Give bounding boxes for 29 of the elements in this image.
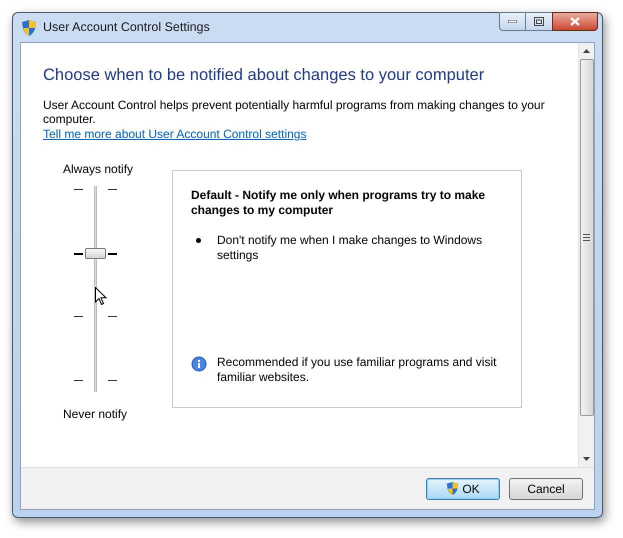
page-heading: Choose when to be notified about changes to your computer (43, 65, 486, 85)
maximize-button[interactable] (526, 12, 552, 31)
ok-button[interactable]: OK (426, 478, 500, 500)
window-title: User Account Control Settings (43, 19, 210, 36)
cancel-button[interactable]: Cancel (509, 478, 583, 500)
recommendation-text: Recommended if you use familiar programs and visit familiar websites. (217, 355, 498, 385)
cursor-icon (95, 287, 108, 306)
shield-icon (21, 18, 37, 36)
info-icon (191, 356, 207, 372)
bullet-text: Don't notify me when I make changes to Windows settings (217, 233, 484, 263)
minimize-button[interactable] (499, 12, 526, 31)
help-link[interactable]: Tell me more about User Account Control settings (43, 127, 306, 142)
close-button[interactable] (552, 12, 598, 31)
shield-icon (446, 481, 460, 496)
description-text: User Account Control helps prevent potentially harmful programs from making changes to your computer. (43, 98, 546, 126)
info-title: Default - Notify me only when programs try to make changes to my computer (191, 188, 486, 218)
slider[interactable] (74, 186, 118, 392)
slider-top-label: Always notify (63, 162, 134, 176)
scrollbar[interactable] (578, 43, 594, 467)
slider-bottom-label: Never notify (63, 407, 128, 421)
slider-thumb[interactable] (85, 248, 106, 259)
scroll-down-icon (583, 457, 590, 461)
grip-icon (583, 234, 590, 241)
close-icon (570, 17, 580, 26)
maximize-icon (534, 17, 544, 26)
minimize-icon (508, 20, 517, 23)
bullet-icon (196, 238, 201, 243)
scrollbar-thumb[interactable] (580, 59, 594, 416)
scroll-up-icon (583, 49, 590, 53)
